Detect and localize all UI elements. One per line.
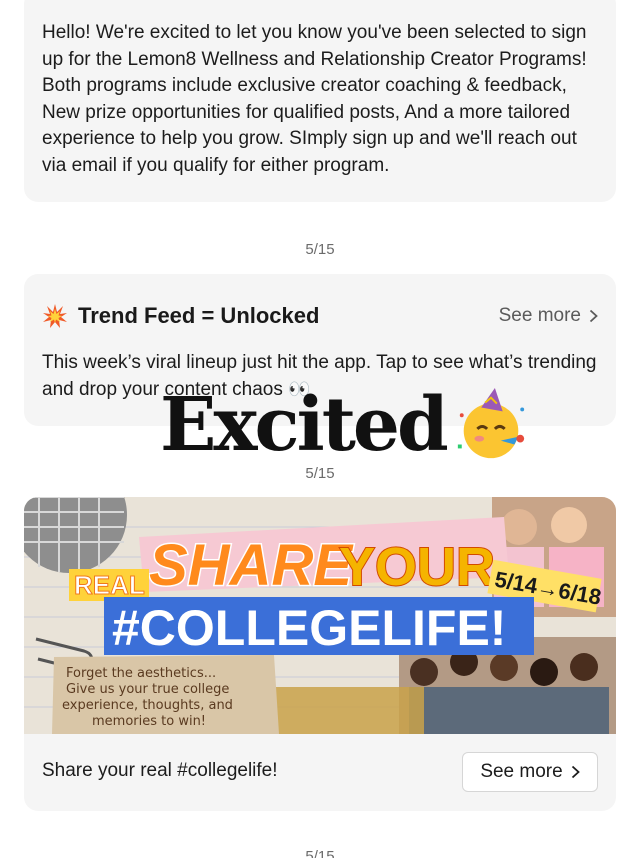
svg-text:memories to win!: memories to win! bbox=[92, 714, 206, 729]
notification-card-collegelife[interactable]: SHARE YOUR 5/14→6/18 REAL #COLLEGELIFE! … bbox=[24, 497, 616, 811]
notification-date: 5/15 bbox=[305, 848, 335, 858]
see-more-label: See more bbox=[498, 305, 581, 326]
overlay-text: Excited bbox=[160, 382, 449, 468]
notification-title-text: Trend Feed = Unlocked bbox=[78, 303, 320, 328]
chevron-right-icon bbox=[589, 309, 598, 323]
notification-date: 5/15 bbox=[305, 465, 335, 482]
svg-text:SHARE: SHARE bbox=[149, 533, 354, 598]
excited-sticker-overlay: Excited bbox=[160, 380, 530, 470]
notification-caption: Share your real #collegelife! bbox=[42, 760, 278, 781]
svg-text:YOUR: YOUR bbox=[339, 537, 495, 597]
notification-card-creator-programs[interactable]: Hello! We're excited to let you know you… bbox=[24, 0, 616, 202]
notification-message: Hello! We're excited to let you know you… bbox=[42, 22, 587, 176]
see-more-link[interactable]: See more bbox=[499, 305, 598, 327]
see-more-label: See more bbox=[480, 761, 563, 782]
svg-text:#COLLEGELIFE!: #COLLEGELIFE! bbox=[112, 600, 506, 656]
notification-title: Trend Feed = Unlocked bbox=[42, 303, 319, 329]
partying-face-icon bbox=[457, 387, 524, 459]
collision-burst-icon bbox=[43, 304, 67, 328]
collegelife-banner-image[interactable]: SHARE YOUR 5/14→6/18 REAL #COLLEGELIFE! … bbox=[24, 497, 616, 734]
svg-text:REAL: REAL bbox=[74, 570, 145, 600]
notification-date: 5/15 bbox=[305, 241, 335, 258]
svg-text:experience, thoughts, and: experience, thoughts, and bbox=[62, 698, 233, 713]
see-more-button[interactable]: See more bbox=[462, 752, 598, 792]
chevron-right-icon bbox=[571, 765, 580, 779]
svg-text:Forget the aesthetics...: Forget the aesthetics... bbox=[66, 666, 216, 681]
svg-text:Give us your true college: Give us your true college bbox=[66, 682, 229, 697]
